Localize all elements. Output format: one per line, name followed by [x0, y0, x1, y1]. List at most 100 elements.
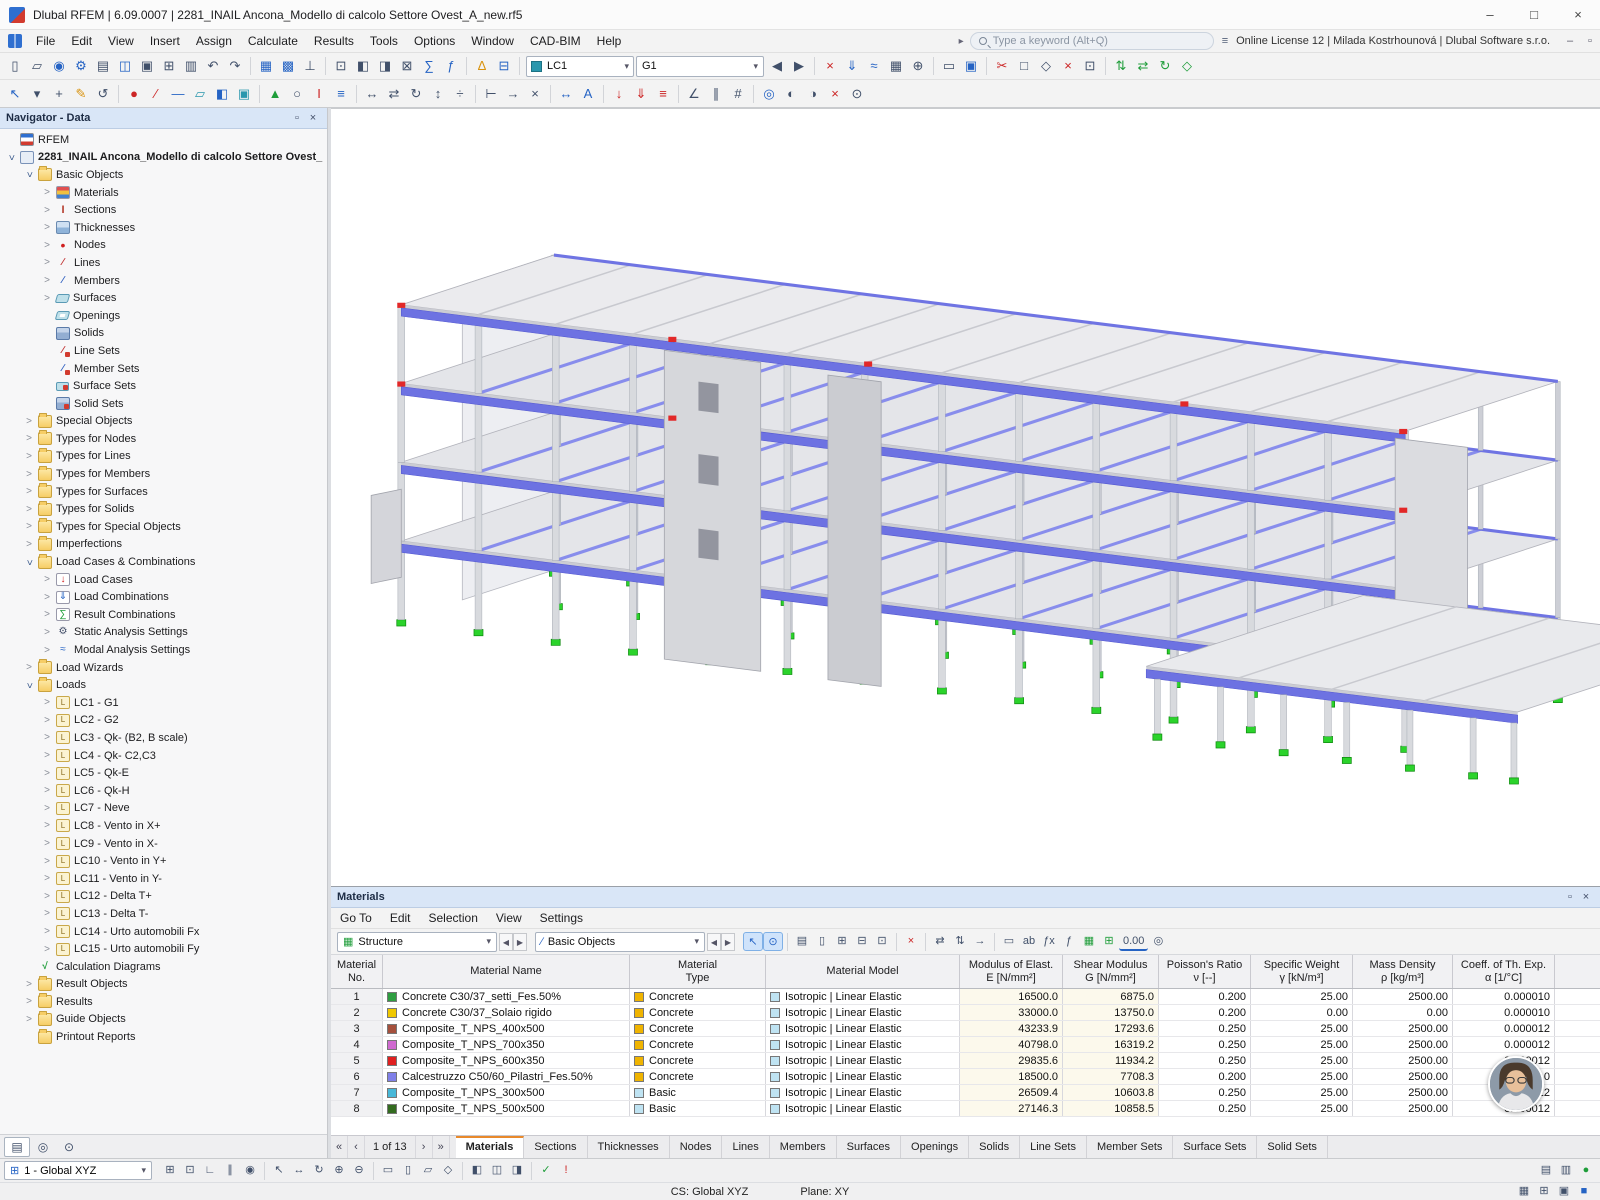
tree-item-loads[interactable]: >Loads: [0, 676, 327, 694]
table-tab-sections[interactable]: Sections: [524, 1136, 587, 1158]
material-nu-cell[interactable]: 0.250: [1159, 1053, 1251, 1068]
expand-arrow-icon[interactable]: >: [40, 856, 54, 867]
table-tab-nodes[interactable]: Nodes: [670, 1136, 723, 1158]
tree-item-lc15-urto-automobili-fy[interactable]: >LLC15 - Urto automobili Fy: [0, 940, 327, 958]
expand-arrow-icon[interactable]: >: [40, 627, 54, 638]
print-graphic-icon[interactable]: ▣: [960, 55, 982, 77]
tree-item-static-analysis-settings[interactable]: >⚙Static Analysis Settings: [0, 624, 327, 642]
clipping-box-icon[interactable]: □: [1013, 55, 1035, 77]
tree-item-sections[interactable]: >ISections: [0, 201, 327, 219]
expand-arrow-icon[interactable]: >: [22, 662, 36, 673]
material-model-cell[interactable]: Isotropic | Linear Elastic: [766, 1021, 960, 1036]
material-row-3[interactable]: 3Composite_T_NPS_400x500ConcreteIsotropi…: [331, 1021, 1600, 1037]
material-gamma-cell[interactable]: 25.00: [1251, 1021, 1353, 1036]
expand-arrow-icon[interactable]: >: [40, 908, 54, 919]
tree-item-openings[interactable]: Openings: [0, 307, 327, 325]
render-solid-icon[interactable]: ◧: [467, 1161, 487, 1180]
load-case-filter-icon[interactable]: Δ: [471, 55, 493, 77]
minimize-button[interactable]: –: [1468, 0, 1512, 29]
next-object-icon[interactable]: ▶: [721, 933, 735, 951]
connect-lines-icon[interactable]: ⊢: [480, 83, 502, 105]
material-number[interactable]: 5: [331, 1053, 383, 1068]
chevron-down-icon[interactable]: ▾: [141, 1165, 146, 1176]
table-props-icon[interactable]: ⊟: [852, 932, 872, 951]
toolbar-overflow-icon[interactable]: ▸: [959, 36, 964, 47]
material-e-cell[interactable]: 26509.4: [960, 1085, 1063, 1100]
expand-arrow-icon[interactable]: >: [22, 539, 36, 550]
material-nu-cell[interactable]: 0.250: [1159, 1037, 1251, 1052]
next-table-icon[interactable]: ▶: [513, 933, 527, 951]
navigator-views-tab[interactable]: ◎: [30, 1137, 56, 1157]
tree-item-lc5-qk-e[interactable]: >LLC5 - Qk-E: [0, 764, 327, 782]
render-shadow-icon[interactable]: ◨: [507, 1161, 527, 1180]
expand-arrow-icon[interactable]: >: [22, 1014, 36, 1025]
material-name-cell[interactable]: Concrete C30/37_setti_Fes.50%: [383, 989, 630, 1004]
tree-item-line-sets[interactable]: ∕Line Sets: [0, 342, 327, 360]
new-solid-icon[interactable]: ◧: [211, 83, 233, 105]
tree-item-imperfections[interactable]: >Imperfections: [0, 536, 327, 554]
new-node-icon[interactable]: ●: [123, 83, 145, 105]
ortho-icon[interactable]: ∟: [200, 1161, 220, 1180]
material-gamma-cell[interactable]: 25.00: [1251, 989, 1353, 1004]
print-icon[interactable]: ▣: [136, 55, 158, 77]
tree-item-member-sets[interactable]: ∕Member Sets: [0, 360, 327, 378]
scale-object-icon[interactable]: ↕: [427, 83, 449, 105]
extend-line-icon[interactable]: →: [502, 83, 524, 105]
material-alpha-cell[interactable]: 0.000010: [1453, 1005, 1555, 1020]
table-export-icon[interactable]: ⇄: [930, 932, 950, 951]
material-e-cell[interactable]: 40798.0: [960, 1037, 1063, 1052]
material-e-cell[interactable]: 27146.3: [960, 1101, 1063, 1116]
tree-item-special-objects[interactable]: >Special Objects: [0, 413, 327, 431]
expand-arrow-icon[interactable]: >: [40, 785, 54, 796]
load-case-combo[interactable]: LC1 ▾: [526, 56, 634, 77]
table-new-icon[interactable]: ▯: [812, 932, 832, 951]
result-tables-icon[interactable]: ▦: [885, 55, 907, 77]
undo-icon[interactable]: ↶: [202, 55, 224, 77]
menu-help[interactable]: Help: [589, 32, 630, 50]
material-row-1[interactable]: 1Concrete C30/37_setti_Fes.50%ConcreteIs…: [331, 989, 1600, 1005]
tree-item-lc4-qk-c2-c3[interactable]: >LLC4 - Qk- C2,C3: [0, 747, 327, 765]
intersect-icon[interactable]: ×: [524, 83, 546, 105]
table-tab-line-sets[interactable]: Line Sets: [1020, 1136, 1087, 1158]
mdi-minimize-icon[interactable]: –: [1560, 35, 1580, 47]
model-check-icon[interactable]: ✓: [536, 1161, 556, 1180]
app-menu-icon[interactable]: [8, 34, 22, 48]
expand-arrow-icon[interactable]: >: [40, 592, 54, 603]
material-nu-cell[interactable]: 0.250: [1159, 1021, 1251, 1036]
new-surface-icon[interactable]: ▱: [189, 83, 211, 105]
last-page-icon[interactable]: »: [433, 1136, 450, 1158]
material-row-2[interactable]: 2Concrete C30/37_Solaio rigidoConcreteIs…: [331, 1005, 1600, 1021]
formula-icon[interactable]: ƒx: [1039, 932, 1059, 951]
tree-item-results[interactable]: >Results: [0, 993, 327, 1011]
table-menu-selection[interactable]: Selection: [420, 909, 487, 927]
mdi-restore-icon[interactable]: ▫: [1580, 35, 1600, 47]
next-page-icon[interactable]: ›: [416, 1136, 433, 1158]
show-loads-icon[interactable]: ⇓: [841, 55, 863, 77]
formula-edit-icon[interactable]: ƒ: [1059, 932, 1079, 951]
object-snap-icon[interactable]: ◉: [240, 1161, 260, 1180]
menu-options[interactable]: Options: [406, 32, 463, 50]
column-header-poisson-s-ratio[interactable]: Poisson's Ratioν [--]: [1159, 955, 1251, 988]
expand-arrow-icon[interactable]: >: [40, 257, 54, 268]
coordinate-system-combo[interactable]: ⊞ 1 - Global XYZ ▾: [4, 1161, 152, 1180]
expand-arrow-icon[interactable]: >: [40, 768, 54, 779]
model-viewport[interactable]: [331, 108, 1600, 886]
menu-results[interactable]: Results: [306, 32, 362, 50]
tree-item-lc6-qk-h[interactable]: >LLC6 - Qk-H: [0, 782, 327, 800]
cut-plane-icon[interactable]: ✂: [991, 55, 1013, 77]
tree-item-solid-sets[interactable]: Solid Sets: [0, 395, 327, 413]
table-menu-edit[interactable]: Edit: [381, 909, 420, 927]
menu-tools[interactable]: Tools: [362, 32, 406, 50]
material-nu-cell[interactable]: 0.250: [1159, 1085, 1251, 1100]
material-nu-cell[interactable]: 0.200: [1159, 1069, 1251, 1084]
snap-settings-icon[interactable]: ⊡: [330, 55, 352, 77]
menu-file[interactable]: File: [28, 32, 63, 50]
first-page-icon[interactable]: «: [331, 1136, 348, 1158]
material-rho-cell[interactable]: 2500.00: [1353, 1101, 1453, 1116]
table-tab-openings[interactable]: Openings: [901, 1136, 969, 1158]
tree-item-types-for-special-objects[interactable]: >Types for Special Objects: [0, 518, 327, 536]
chevron-down-icon[interactable]: ▾: [753, 61, 758, 72]
collapse-arrow-icon[interactable]: >: [24, 555, 35, 569]
close-button[interactable]: ×: [1556, 0, 1600, 29]
material-e-cell[interactable]: 43233.9: [960, 1021, 1063, 1036]
